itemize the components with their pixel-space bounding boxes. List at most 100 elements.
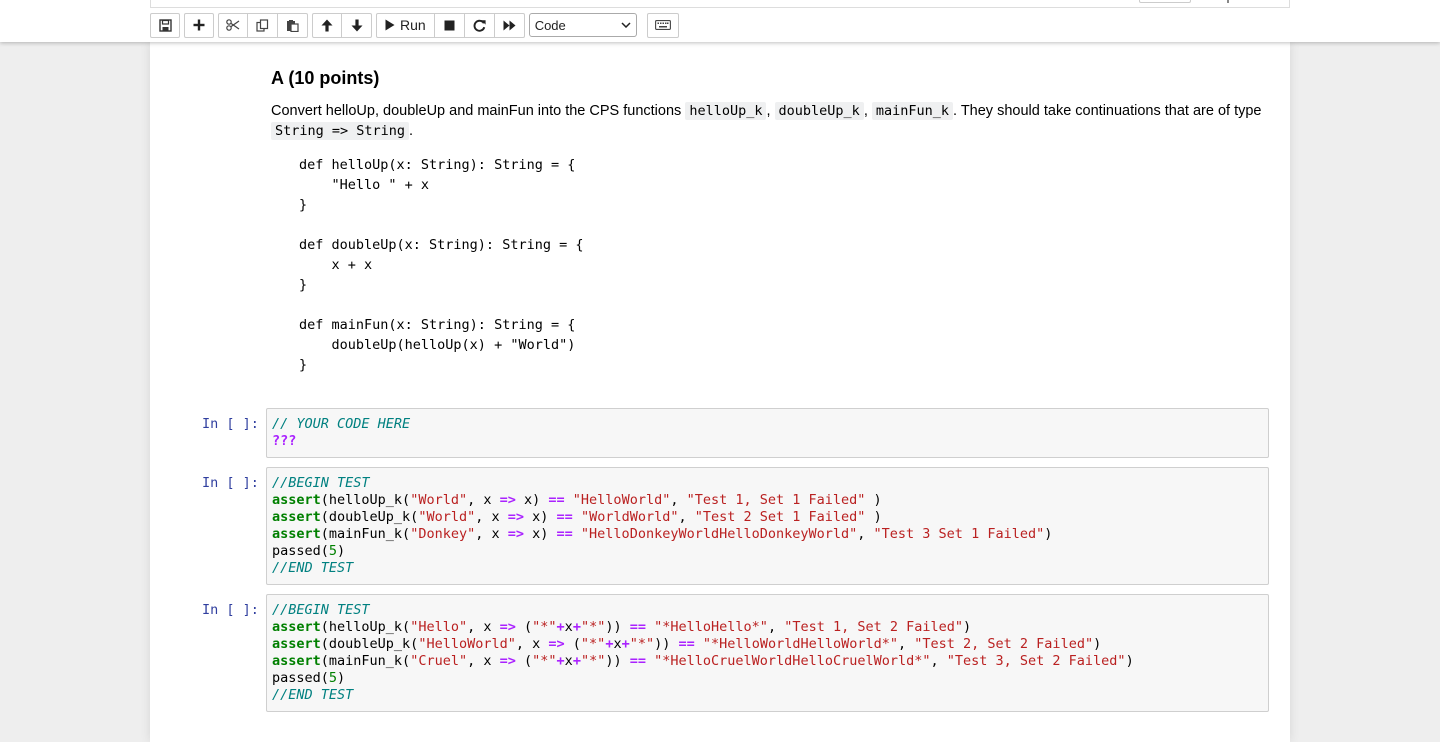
code-token: "*" xyxy=(580,619,606,635)
move-up-button[interactable] xyxy=(312,12,342,38)
code-token: , xyxy=(670,492,687,508)
notebook-toolbar-bar: Run Code xyxy=(0,0,1440,42)
code-token: ) xyxy=(337,543,346,559)
code-token: ) xyxy=(963,619,972,635)
code-token: "Test 3, Set 2 Failed" xyxy=(946,653,1126,669)
code-token: , x xyxy=(467,653,500,669)
code-token: ) xyxy=(337,670,346,686)
code-token: "*" xyxy=(580,636,606,652)
interrupt-button[interactable] xyxy=(434,12,465,38)
code-token: ( xyxy=(515,653,533,669)
code-token: )) xyxy=(654,636,679,652)
markdown-heading: A (10 points) xyxy=(271,68,380,88)
command-palette-button[interactable] xyxy=(646,12,679,38)
code-line: x + x xyxy=(299,257,373,273)
code-token: assert xyxy=(272,492,321,508)
cell-type-select[interactable]: Code xyxy=(528,13,637,37)
inline-code-type: String => String xyxy=(271,122,410,140)
code-line: } xyxy=(299,277,308,293)
code-token: "Hello" xyxy=(410,619,468,635)
code-token: (doubleUp_k( xyxy=(320,636,419,652)
code-line: passed(5) xyxy=(272,670,345,686)
input-prompt: In [ ]: xyxy=(202,475,259,491)
input-prompt: In [ ]: xyxy=(202,602,259,618)
code-token: )) xyxy=(605,653,630,669)
save-button[interactable] xyxy=(150,12,180,38)
move-down-button[interactable] xyxy=(342,12,372,38)
code-token: "Test 2 Set 1 Failed" xyxy=(694,509,866,525)
code-token: "Test 3 Set 1 Failed" xyxy=(873,526,1045,542)
arrow-up-icon xyxy=(321,19,333,32)
code-token: ) xyxy=(1044,526,1053,542)
markdown-paragraph: Convert helloUp, doubleUp and mainFun in… xyxy=(271,102,1262,140)
restart-button[interactable] xyxy=(464,12,495,38)
code-line: assert(mainFun_k("Donkey", x => x) == "H… xyxy=(272,526,1052,542)
code-token: "*HelloWorldHelloWorld*" xyxy=(702,636,898,652)
code-token: (helloUp_k( xyxy=(320,619,411,635)
code-token: (mainFun_k( xyxy=(320,526,411,542)
code-token: assert xyxy=(272,619,321,635)
input-prompt: In [ ]: xyxy=(202,416,259,432)
code-token: (helloUp_k( xyxy=(320,492,411,508)
code-line: assert(helloUp_k("World", x => x) == "He… xyxy=(272,492,882,508)
code-token: , x xyxy=(467,492,500,508)
code-line: def mainFun(x: String): String = { xyxy=(299,317,576,333)
code-token: assert xyxy=(272,526,321,542)
code-editor[interactable]: //BEGIN TEST assert(helloUp_k("Hello" , x… xyxy=(266,594,1269,712)
edit-group xyxy=(218,12,308,38)
toolbar: Run Code xyxy=(150,12,683,38)
code-token: //BEGIN TEST xyxy=(272,602,370,618)
code-token: (doubleUp_k( xyxy=(320,509,419,525)
code-token: "*" xyxy=(532,619,557,635)
cut-button[interactable] xyxy=(218,12,248,38)
intro-text: Convert helloUp, doubleUp and mainFun in… xyxy=(271,103,682,119)
stop-icon xyxy=(444,20,455,31)
code-token: x) xyxy=(515,492,549,508)
insert-cell-button[interactable] xyxy=(184,12,214,38)
code-editor[interactable]: // YOUR CODE HERE ??? xyxy=(266,408,1269,458)
code-token: //END TEST xyxy=(272,687,354,703)
code-token: "*HelloCruelWorldHelloCruelWorld*" xyxy=(654,653,931,669)
code-editor[interactable]: //BEGIN TEST assert(helloUp_k("World", x… xyxy=(266,467,1269,585)
run-button[interactable]: Run xyxy=(376,12,435,38)
arrow-down-icon xyxy=(351,19,363,32)
code-token: => xyxy=(548,636,565,652)
code-token: 5 xyxy=(328,670,338,686)
code-line: assert(doubleUp_k("HelloWorld", x => ("*… xyxy=(272,636,1101,652)
save-icon xyxy=(158,18,172,32)
code-token: x) xyxy=(524,509,557,525)
code-token: ) xyxy=(1093,636,1102,652)
code-line: } xyxy=(299,357,308,373)
code-token: ??? xyxy=(272,433,297,449)
code-token: //BEGIN TEST xyxy=(272,475,370,491)
code-token: + xyxy=(572,619,581,635)
code-token: (mainFun_k( xyxy=(320,653,411,669)
code-token: "World" xyxy=(418,509,476,525)
code-token: ( xyxy=(564,636,581,652)
code-token: "HelloDonkeyWorldHelloDonkeyWorld" xyxy=(580,526,858,542)
code-line: doubleUp(helloUp(x) + "World") xyxy=(299,337,576,353)
code-token: "Donkey" xyxy=(410,526,476,542)
code-token: => xyxy=(507,509,525,525)
run-all-button[interactable] xyxy=(494,12,525,38)
code-token: , x xyxy=(475,526,508,542)
code-token: ) xyxy=(1125,653,1134,669)
code-line: "Hello " + x xyxy=(299,177,430,193)
copy-button[interactable] xyxy=(248,12,278,38)
code-token: , xyxy=(898,636,915,652)
paste-button[interactable] xyxy=(278,12,308,38)
code-token: , x xyxy=(515,636,549,652)
code-token: , xyxy=(678,509,695,525)
code-line: def doubleUp(x: String): String = { xyxy=(299,237,584,253)
run-label: Run xyxy=(400,17,426,33)
code-token: + xyxy=(556,619,565,635)
code-token: => xyxy=(507,526,524,542)
code-token: == xyxy=(556,526,573,542)
code-token: => xyxy=(499,492,516,508)
code-token: "Test 2, Set 2 Failed" xyxy=(914,636,1094,652)
code-line: //END TEST xyxy=(272,560,353,576)
